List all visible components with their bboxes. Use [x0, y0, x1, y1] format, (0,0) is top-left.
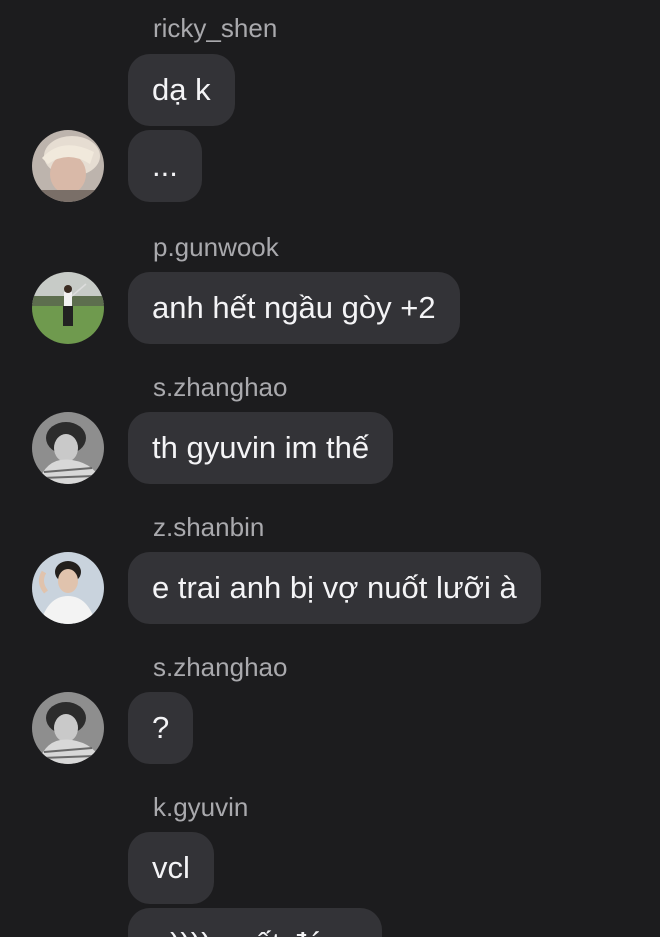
message-bubble[interactable]: e trai anh bị vợ nuốt lưỡi à	[128, 552, 541, 624]
sender-name[interactable]: k.gyuvin	[153, 792, 248, 822]
chat-thread[interactable]: ricky_shen dạ k ... p.gunwook anh hết ng…	[0, 0, 660, 937]
message-bubble[interactable]: =)))) nuốt đúng	[128, 908, 382, 937]
sender-name[interactable]: s.zhanghao	[153, 372, 287, 402]
message-bubble[interactable]: dạ k	[128, 54, 235, 126]
sender-name[interactable]: s.zhanghao	[153, 652, 287, 682]
message-bubble[interactable]: anh hết ngầu gòy +2	[128, 272, 460, 344]
avatar[interactable]	[32, 130, 104, 202]
message-bubble[interactable]: vcl	[128, 832, 214, 904]
message-bubble[interactable]: th gyuvin im thế	[128, 412, 394, 484]
avatar[interactable]	[32, 412, 104, 484]
sender-name[interactable]: z.shanbin	[153, 512, 264, 542]
avatar[interactable]	[32, 272, 104, 344]
message-bubble[interactable]: ?	[128, 692, 194, 764]
message-bubble[interactable]: ...	[128, 130, 202, 202]
avatar[interactable]	[32, 692, 104, 764]
sender-name[interactable]: ricky_shen	[153, 13, 277, 43]
avatar[interactable]	[32, 552, 104, 624]
sender-name[interactable]: p.gunwook	[153, 232, 279, 262]
